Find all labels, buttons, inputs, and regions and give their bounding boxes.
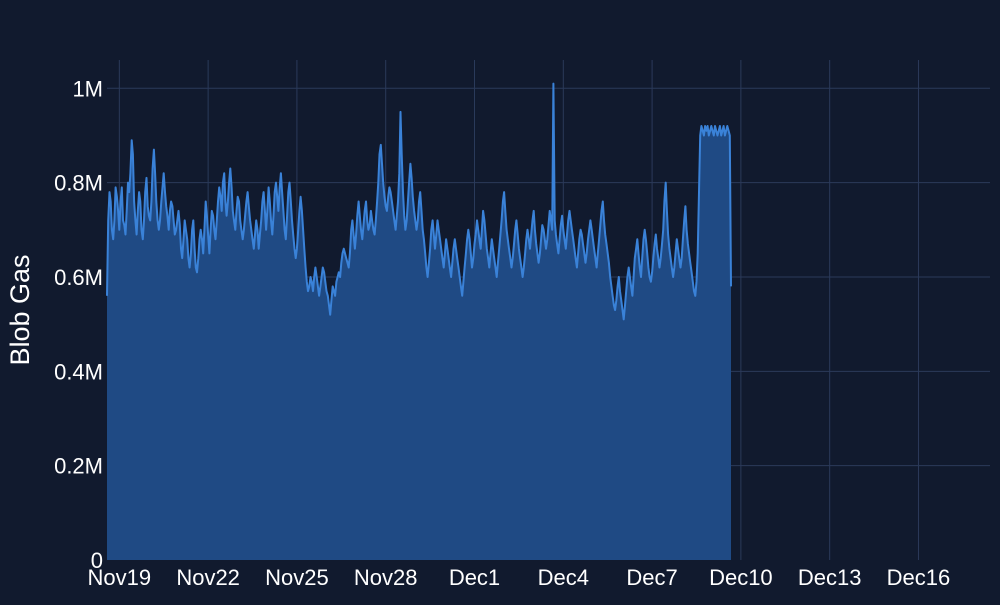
y-axis-title: Blob Gas: [5, 254, 35, 365]
area-chart: 00.2M0.4M0.6M0.8M1M Nov19 Nov22 Nov25 Nov28…: [0, 0, 1000, 600]
x-tick-label: Dec10: [709, 565, 773, 590]
y-tick-label: 0.8M: [54, 171, 103, 196]
x-tick-label: Nov28: [354, 565, 418, 590]
x-tick-label: Dec16: [887, 565, 951, 590]
x-tick-label: Dec7: [626, 565, 677, 590]
y-tick-label: 0.2M: [54, 454, 103, 479]
x-tick-label: Dec1: [449, 565, 500, 590]
x-tick-label: Nov22: [176, 565, 240, 590]
x-tick-label: Dec13: [798, 565, 862, 590]
y-tick-label: 0.4M: [54, 359, 103, 384]
y-tick-label: 0.6M: [54, 265, 103, 290]
y-tick-label: 1M: [72, 76, 103, 101]
chart: 0 0.2M 0.4M 0.6M 0.8M 1M Nov19 Nov22 Nov25 Nov28…: [0, 0, 1000, 600]
x-tick-label: Dec4: [538, 565, 589, 590]
x-tick-label: Nov19: [88, 565, 152, 590]
x-tick-label: Nov25: [265, 565, 329, 590]
